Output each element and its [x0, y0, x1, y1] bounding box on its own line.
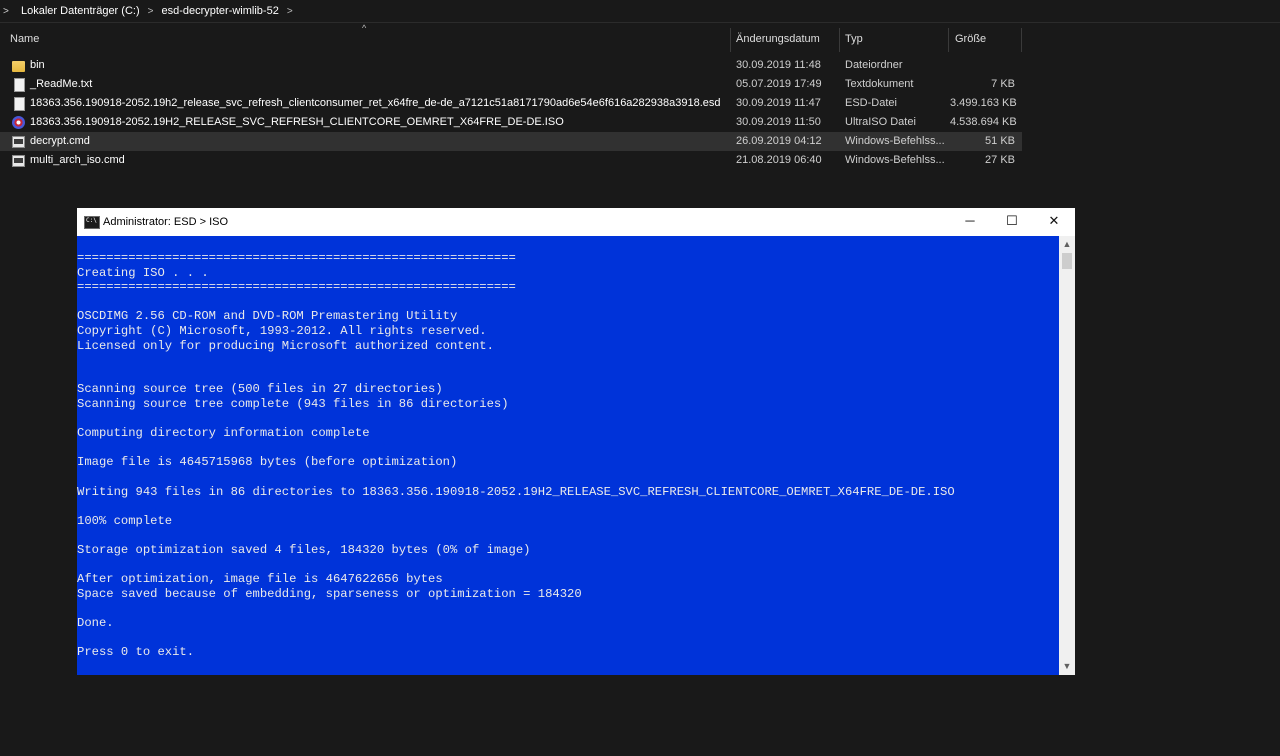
folder-icon	[12, 61, 25, 72]
console-titlebar[interactable]: Administrator: ESD > ISO ─ ☐ ✕	[77, 208, 1075, 236]
column-divider[interactable]	[839, 28, 840, 52]
file-type: ESD-Datei	[845, 97, 897, 109]
scroll-up-icon[interactable]: ▲	[1059, 236, 1075, 253]
file-type: UltraISO Datei	[845, 116, 916, 128]
file-date: 30.09.2019 11:48	[736, 59, 821, 71]
file-date: 21.08.2019 06:40	[736, 154, 822, 166]
file-row-multi-arch-cmd[interactable]: multi_arch_iso.cmd 21.08.2019 06:40 Wind…	[0, 151, 1022, 170]
file-type: Windows-Befehlss...	[845, 135, 945, 147]
minimize-button[interactable]: ─	[949, 208, 991, 236]
scrollbar-thumb[interactable]	[1062, 253, 1072, 269]
file-type: Textdokument	[845, 78, 914, 90]
console-window: Administrator: ESD > ISO ─ ☐ ✕ =========…	[77, 208, 1075, 675]
file-type: Windows-Befehlss...	[845, 154, 945, 166]
console-text: ========================================…	[77, 251, 955, 660]
file-date: 30.09.2019 11:50	[736, 116, 821, 128]
vertical-scrollbar[interactable]: ▲ ▼	[1059, 236, 1075, 675]
file-size: 27 KB	[985, 154, 1015, 166]
file-name: 18363.356.190918-2052.19H2_RELEASE_SVC_R…	[30, 116, 564, 128]
file-name: bin	[30, 59, 45, 71]
file-type: Dateiordner	[845, 59, 903, 71]
file-list: bin 30.09.2019 11:48 Dateiordner _ReadMe…	[0, 56, 1022, 170]
cmd-file-icon	[12, 155, 25, 167]
column-header-type[interactable]: Typ	[845, 28, 863, 50]
text-file-icon	[14, 78, 25, 92]
file-name: multi_arch_iso.cmd	[30, 154, 125, 166]
file-name: 18363.356.190918-2052.19h2_release_svc_r…	[30, 97, 721, 109]
file-size: 4.538.694 KB	[950, 116, 1017, 128]
breadcrumb: > Lokaler Datenträger (C:) > esd-decrypt…	[0, 0, 1280, 23]
file-size: 7 KB	[991, 78, 1015, 90]
file-list-header: ^ Name Änderungsdatum Typ Größe	[0, 23, 1022, 52]
column-divider[interactable]	[730, 28, 731, 52]
cmd-file-icon	[12, 136, 25, 148]
file-date: 30.09.2019 11:47	[736, 97, 821, 109]
file-row-bin[interactable]: bin 30.09.2019 11:48 Dateiordner	[0, 56, 1022, 75]
console-output[interactable]: ========================================…	[77, 236, 1059, 675]
file-date: 26.09.2019 04:12	[736, 135, 822, 147]
disc-image-icon	[12, 116, 25, 129]
file-row-readme[interactable]: _ReadMe.txt 05.07.2019 17:49 Textdokumen…	[0, 75, 1022, 94]
breadcrumb-item-drive[interactable]: Lokaler Datenträger (C:)	[15, 5, 146, 17]
file-row-decrypt-cmd[interactable]: decrypt.cmd 26.09.2019 04:12 Windows-Bef…	[0, 132, 1022, 151]
breadcrumb-separator-icon[interactable]: >	[146, 6, 156, 17]
close-button[interactable]: ✕	[1033, 208, 1075, 236]
breadcrumb-separator-icon[interactable]: >	[285, 6, 295, 17]
console-title: Administrator: ESD > ISO	[103, 216, 229, 228]
sort-ascending-icon: ^	[362, 23, 367, 33]
column-divider[interactable]	[948, 28, 949, 52]
file-size: 51 KB	[985, 135, 1015, 147]
column-header-size[interactable]: Größe	[955, 28, 986, 50]
column-header-name[interactable]: Name	[10, 28, 39, 50]
breadcrumb-chevron-icon[interactable]: >	[3, 6, 15, 17]
file-name: decrypt.cmd	[30, 135, 90, 147]
console-app-icon[interactable]	[84, 216, 100, 229]
file-row-esd[interactable]: 18363.356.190918-2052.19h2_release_svc_r…	[0, 94, 1022, 113]
scroll-down-icon[interactable]: ▼	[1059, 658, 1075, 675]
column-divider[interactable]	[1021, 28, 1022, 52]
maximize-button[interactable]: ☐	[991, 208, 1033, 236]
file-row-iso[interactable]: 18363.356.190918-2052.19H2_RELEASE_SVC_R…	[0, 113, 1022, 132]
file-date: 05.07.2019 17:49	[736, 78, 822, 90]
breadcrumb-item-folder[interactable]: esd-decrypter-wimlib-52	[155, 5, 284, 17]
file-name: _ReadMe.txt	[30, 78, 93, 90]
file-icon	[14, 97, 25, 111]
column-header-date[interactable]: Änderungsdatum	[736, 28, 820, 50]
file-size: 3.499.163 KB	[950, 97, 1017, 109]
